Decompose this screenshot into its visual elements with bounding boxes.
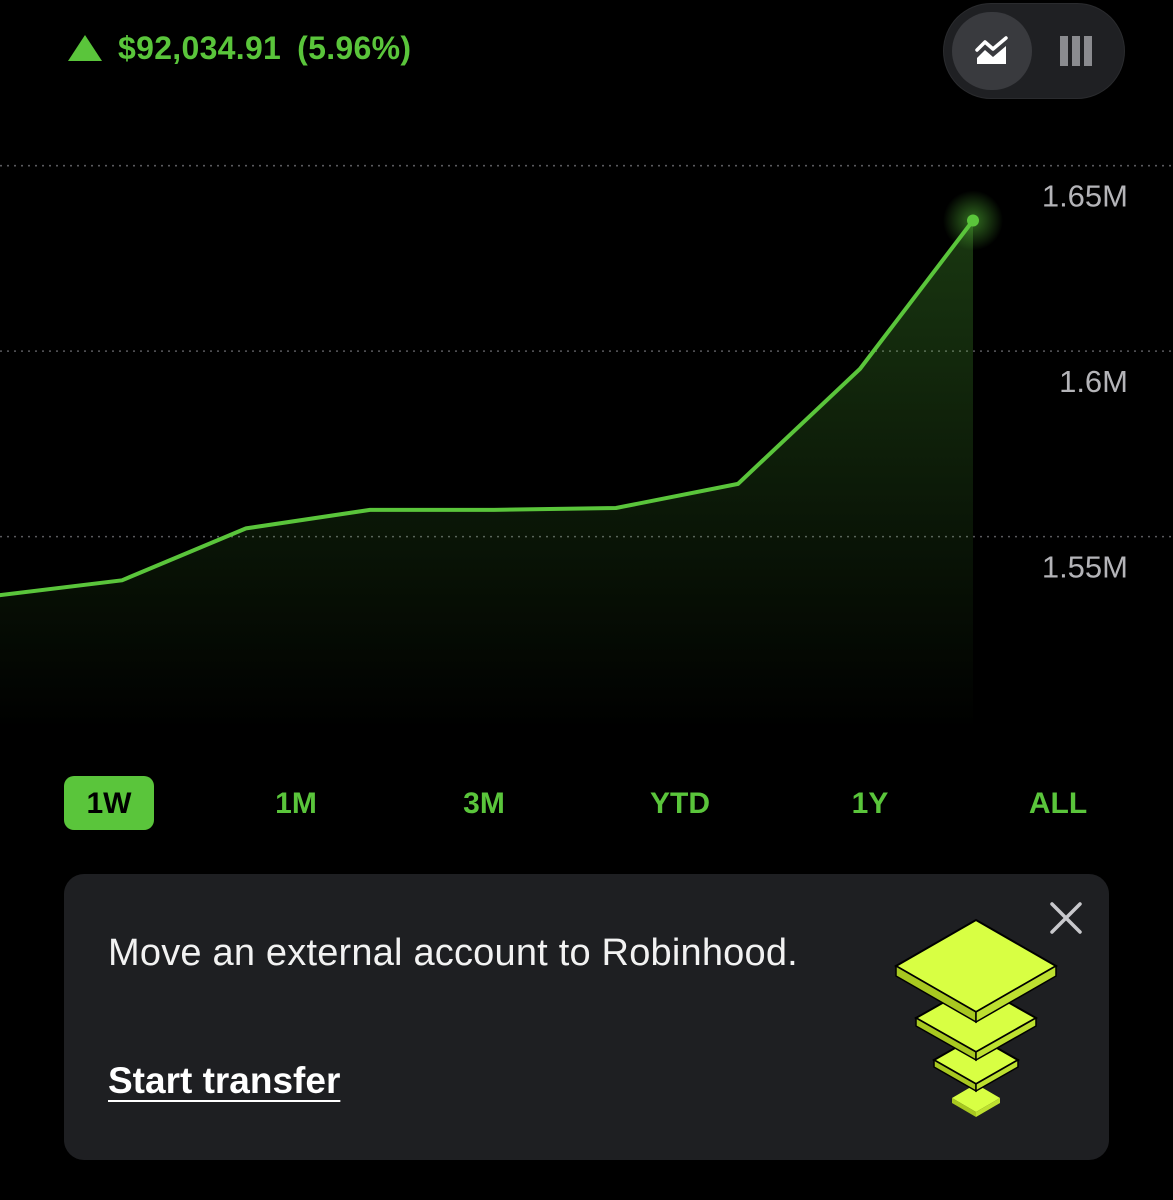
transfer-promo-card: Move an external account to Robinhood. S…: [64, 874, 1109, 1160]
portfolio-change: $92,034.91 (5.96%): [68, 30, 411, 67]
range-all-button[interactable]: ALL: [1003, 776, 1113, 830]
range-ytd-button[interactable]: YTD: [625, 776, 735, 830]
start-transfer-link[interactable]: Start transfer: [108, 1060, 340, 1102]
y-axis-tick-label: 1.6M: [1059, 364, 1128, 399]
chart-area-fill: [0, 220, 973, 730]
line-chart-toggle-button[interactable]: [952, 12, 1032, 90]
range-1w-button[interactable]: 1W: [64, 776, 154, 830]
up-arrow-icon: [68, 34, 102, 61]
range-3m-button[interactable]: 3M: [429, 776, 539, 830]
range-1m-button[interactable]: 1M: [241, 776, 351, 830]
promo-message: Move an external account to Robinhood.: [108, 932, 798, 974]
bar-chart-icon: [1060, 36, 1092, 66]
change-amount: $92,034.91: [118, 30, 282, 66]
change-percent: (5.96%): [297, 30, 412, 66]
time-range-selector: 1W 1M 3M YTD 1Y ALL: [0, 776, 1173, 832]
current-point-marker: [967, 214, 979, 227]
stacked-layers-illustration: [893, 918, 1059, 1117]
chart-type-toggle: [944, 4, 1124, 98]
bar-chart-toggle-button[interactable]: [1036, 12, 1116, 90]
portfolio-chart[interactable]: 1.65M 1.6M 1.55M: [0, 150, 1173, 730]
line-chart-icon: [975, 36, 1008, 64]
y-axis-tick-label: 1.55M: [1042, 550, 1128, 585]
range-1y-button[interactable]: 1Y: [815, 776, 925, 830]
y-axis-tick-label: 1.65M: [1042, 179, 1128, 214]
